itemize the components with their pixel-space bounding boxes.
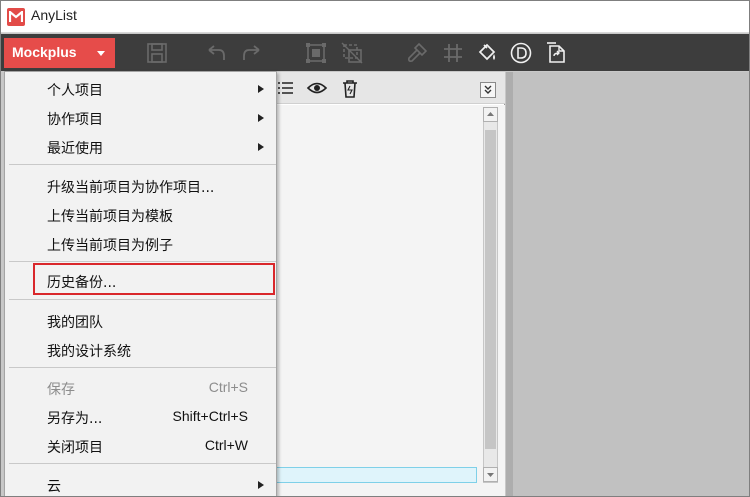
window-title: AnyList — [31, 7, 77, 23]
ungroup-icon[interactable] — [341, 42, 363, 64]
save-icon[interactable] — [146, 42, 168, 64]
export-page-icon[interactable] — [546, 42, 568, 64]
menu-item-team-projects[interactable]: 协作项目 — [5, 104, 276, 132]
panel-splitter[interactable] — [506, 72, 513, 496]
menu-item-label: 上传当前项目为模板 — [47, 209, 173, 225]
menu-item-upload-example[interactable]: 上传当前项目为例子 — [5, 230, 276, 258]
submenu-arrow-icon — [258, 114, 264, 122]
panel-header — [271, 72, 505, 104]
submenu-arrow-icon — [258, 85, 264, 93]
menu-item-personal-projects[interactable]: 个人项目 — [5, 75, 276, 103]
menu-item-label: 我的团队 — [47, 315, 103, 331]
menu-item-design-system[interactable]: 我的设计系统 — [5, 336, 276, 364]
menu-item-label: 另存为... — [47, 411, 103, 427]
menu-item-label: 关闭项目 — [47, 440, 103, 456]
grid-icon[interactable] — [442, 42, 464, 64]
menu-item-label: 个人项目 — [47, 83, 103, 99]
highlight-annotation — [33, 263, 275, 295]
menu-divider — [9, 164, 276, 165]
format-painter-icon[interactable] — [406, 42, 428, 64]
menu-item-upload-template[interactable]: 上传当前项目为模板 — [5, 201, 276, 229]
design-canvas[interactable] — [513, 72, 749, 496]
mockplus-menu-button[interactable]: Mockplus — [4, 38, 115, 68]
menu-item-label: 协作项目 — [47, 112, 103, 128]
app-logo-icon — [7, 8, 25, 26]
menu-divider — [9, 261, 276, 262]
menu-divider — [9, 299, 276, 300]
menu-item-shortcut: Ctrl+W — [204, 437, 248, 453]
menu-item-my-team[interactable]: 我的团队 — [5, 307, 276, 335]
menu-item-label: 云 — [47, 479, 61, 495]
menu-item-close-project[interactable]: 关闭项目 Ctrl+W — [5, 432, 276, 460]
menu-item-save: 保存 Ctrl+S — [5, 374, 276, 402]
toolbar: Mockplus — [1, 34, 749, 71]
menu-item-cloud[interactable]: 云 — [5, 471, 276, 496]
menu-item-shortcut: Ctrl+S — [208, 379, 248, 395]
menu-item-save-as[interactable]: 另存为... Shift+Ctrl+S — [5, 403, 276, 431]
list-icon[interactable] — [277, 79, 295, 101]
collapse-panel-button[interactable] — [480, 82, 496, 98]
menu-item-upgrade-to-team[interactable]: 升级当前项目为协作项目... — [5, 172, 276, 200]
menu-item-label: 上传当前项目为例子 — [47, 238, 173, 254]
app-window: AnyList Mockplus 个人项目 协作项目 最近使用 升级当前项目为协… — [0, 0, 750, 497]
fill-icon[interactable] — [476, 42, 498, 64]
redo-icon[interactable] — [241, 42, 263, 64]
menu-item-label: 最近使用 — [47, 141, 103, 157]
submenu-arrow-icon — [258, 481, 264, 489]
scroll-up-button[interactable] — [483, 107, 498, 122]
layers-panel — [271, 72, 505, 496]
trash-icon[interactable] — [341, 79, 359, 103]
menu-item-label: 升级当前项目为协作项目... — [47, 180, 215, 196]
title-bar: AnyList — [1, 1, 749, 33]
chevron-down-icon — [97, 51, 105, 56]
d-circle-icon[interactable] — [510, 42, 532, 64]
menu-item-label: 保存 — [47, 382, 75, 398]
selected-layer-row[interactable] — [271, 467, 477, 483]
menu-item-label: 我的设计系统 — [47, 344, 131, 360]
menu-divider — [9, 367, 276, 368]
menu-item-shortcut: Shift+Ctrl+S — [172, 408, 248, 424]
submenu-arrow-icon — [258, 143, 264, 151]
panel-body — [271, 105, 505, 496]
group-icon[interactable] — [305, 42, 327, 64]
scroll-down-button[interactable] — [483, 467, 498, 482]
menu-item-recent[interactable]: 最近使用 — [5, 133, 276, 161]
menu-divider — [9, 463, 276, 464]
mockplus-menu-label: Mockplus — [12, 44, 77, 60]
scrollbar-thumb[interactable] — [485, 130, 496, 449]
eye-icon[interactable] — [306, 79, 328, 101]
undo-icon[interactable] — [205, 42, 227, 64]
